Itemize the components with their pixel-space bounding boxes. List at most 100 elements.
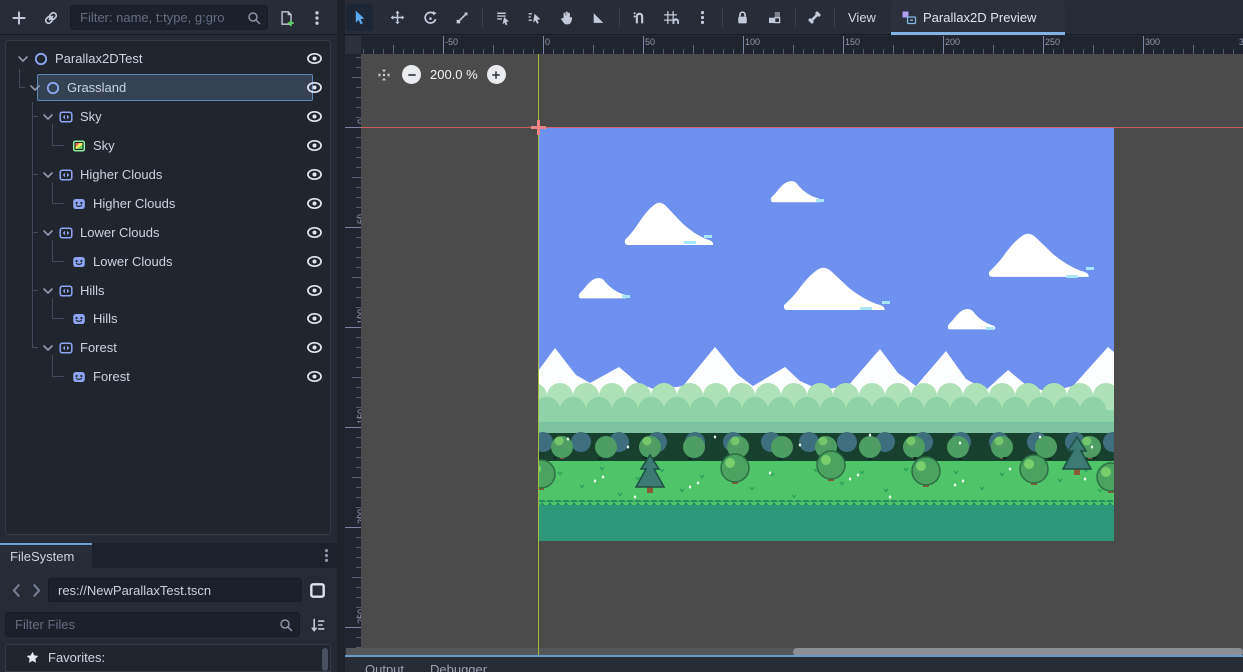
filesystem-dock-menu-button[interactable]: [318, 547, 335, 564]
visibility-eye-icon[interactable]: [306, 166, 323, 183]
colorrect-icon: [71, 138, 87, 154]
sprite2d-icon: [71, 369, 87, 385]
filter-files-input[interactable]: [5, 612, 300, 637]
zoom-in-button[interactable]: [487, 65, 506, 84]
sprite2d-icon: [71, 311, 87, 327]
tree-row-sky-parallax[interactable]: Sky: [15, 102, 336, 131]
horizontal-ruler: -50 0 50 100 150 200 250 300 350: [361, 36, 1243, 54]
search-icon: [246, 10, 262, 26]
tree-row-hills-sprite[interactable]: Hills: [15, 304, 336, 333]
zoom-out-button[interactable]: [402, 65, 421, 84]
toggle-split-mode-button[interactable]: [308, 581, 327, 600]
rotate-tool[interactable]: [417, 4, 444, 31]
nav-back-button[interactable]: [8, 582, 25, 599]
move-tool[interactable]: [384, 4, 411, 31]
tree-row-hills-parallax[interactable]: Hills: [15, 276, 336, 305]
tree-row-parallax2dtest[interactable]: Parallax2DTest: [15, 44, 336, 73]
dock-splitter[interactable]: [337, 0, 345, 672]
sort-files-button[interactable]: [308, 616, 326, 634]
tab-filesystem[interactable]: FileSystem: [0, 543, 92, 568]
select-tool[interactable]: [346, 4, 373, 31]
node2d-icon: [45, 80, 61, 96]
scale-tool[interactable]: [449, 4, 476, 31]
scene-dock-menu-button[interactable]: [303, 4, 330, 31]
tree-row-higher-clouds-parallax[interactable]: Higher Clouds: [15, 160, 336, 189]
chevron-down-icon[interactable]: [27, 80, 43, 96]
parallax2d-icon: [58, 340, 74, 356]
visibility-eye-icon[interactable]: [306, 282, 323, 299]
tree-row-grassland[interactable]: Grassland: [15, 73, 336, 102]
visibility-eye-icon[interactable]: [306, 108, 323, 125]
2d-viewport[interactable]: 200.0 %: [361, 54, 1243, 648]
visibility-eye-icon[interactable]: [306, 310, 323, 327]
add-node-button[interactable]: [5, 4, 32, 31]
grid-snap-toggle[interactable]: [657, 4, 684, 31]
debugger-button[interactable]: Debugger: [430, 662, 487, 672]
chevron-down-icon[interactable]: [15, 51, 31, 67]
toolbar-separator: [482, 8, 483, 27]
active-tab-underline: [891, 32, 1065, 35]
group-node-button[interactable]: [761, 4, 788, 31]
visibility-eye-icon[interactable]: [306, 253, 323, 270]
chevron-down-icon[interactable]: [40, 225, 56, 241]
click-to-select-tool[interactable]: [521, 4, 548, 31]
toolbar-separator: [722, 8, 723, 27]
top-toolbar: View Parallax2D Preview: [0, 0, 1243, 35]
ruler-corner: [345, 36, 361, 54]
favorites-item[interactable]: Favorites:: [25, 650, 105, 665]
sprite2d-icon: [71, 196, 87, 212]
parallax2d-icon: [58, 283, 74, 299]
snap-options-menu[interactable]: [689, 4, 716, 31]
chevron-down-icon[interactable]: [40, 167, 56, 183]
zoom-level-label[interactable]: 200.0 %: [430, 67, 478, 82]
zoom-controls: 200.0 %: [367, 62, 514, 87]
toolbar-separator: [834, 8, 835, 27]
skeleton-options-menu[interactable]: [801, 4, 828, 31]
vertical-ruler: 0 50 100 150 200 250: [345, 54, 361, 648]
scene-tree-panel: Parallax2DTest Grassland Sky Sky Higher …: [5, 40, 331, 535]
show-selection-list-tool[interactable]: [489, 4, 516, 31]
scene-canvas[interactable]: [538, 127, 1114, 541]
output-button[interactable]: Output: [365, 662, 404, 672]
node2d-icon: [33, 51, 49, 67]
scene-filter-input[interactable]: [70, 5, 268, 30]
origin-gizmo: [531, 120, 546, 135]
godot-editor-window: View Parallax2D Preview Parallax2DTest: [0, 0, 1243, 672]
parallax2d-icon: [58, 109, 74, 125]
visibility-eye-icon[interactable]: [306, 79, 323, 96]
attach-script-button[interactable]: [272, 4, 299, 31]
pan-tool[interactable]: [553, 4, 580, 31]
ruler-tool[interactable]: [585, 4, 612, 31]
chevron-down-icon[interactable]: [40, 109, 56, 125]
lock-node-button[interactable]: [729, 4, 756, 31]
tree-row-higher-clouds-sprite[interactable]: Higher Clouds: [15, 189, 336, 218]
search-icon: [278, 617, 294, 633]
parallax2d-icon: [58, 167, 74, 183]
visibility-eye-icon[interactable]: [306, 195, 323, 212]
file-list-panel: Favorites:: [5, 644, 331, 672]
instance-scene-button[interactable]: [37, 4, 64, 31]
tree-row-lower-clouds-parallax[interactable]: Lower Clouds: [15, 218, 336, 247]
toolbar-separator: [619, 8, 620, 27]
chevron-down-icon[interactable]: [40, 340, 56, 356]
visibility-eye-icon[interactable]: [306, 50, 323, 67]
tree-row-lower-clouds-sprite[interactable]: Lower Clouds: [15, 247, 336, 276]
visibility-eye-icon[interactable]: [306, 339, 323, 356]
chevron-down-icon[interactable]: [40, 283, 56, 299]
tree-row-forest-parallax[interactable]: Forest: [15, 333, 336, 362]
center-view-icon[interactable]: [375, 66, 393, 84]
filesystem-path-field[interactable]: [48, 578, 302, 602]
parallax2d-icon: [58, 225, 74, 241]
view-menu[interactable]: View: [840, 4, 884, 31]
parallax2d-preview-tab[interactable]: Parallax2D Preview: [891, 0, 1065, 35]
tree-row-forest-sprite[interactable]: Forest: [15, 362, 336, 391]
sprite2d-icon: [71, 254, 87, 270]
file-list-scrollbar[interactable]: [322, 648, 328, 671]
visibility-eye-icon[interactable]: [306, 137, 323, 154]
star-icon: [25, 650, 40, 665]
nav-forward-button[interactable]: [28, 582, 45, 599]
visibility-eye-icon[interactable]: [306, 224, 323, 241]
smart-snap-toggle[interactable]: [626, 4, 653, 31]
visibility-eye-icon[interactable]: [306, 368, 323, 385]
tree-row-sky-colorrect[interactable]: Sky: [15, 131, 336, 160]
